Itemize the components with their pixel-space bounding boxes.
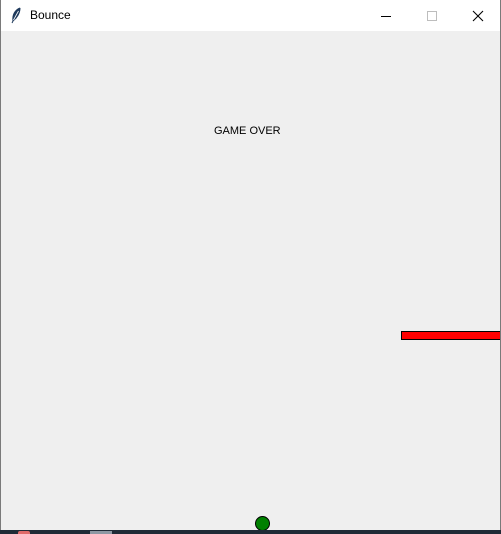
paddle [401,331,500,340]
game-canvas[interactable]: GAME OVER [1,31,500,530]
maximize-icon [427,10,437,21]
minimize-icon [381,15,391,17]
minimize-button[interactable] [363,0,409,31]
close-button[interactable] [455,0,501,31]
game-status-text: GAME OVER [214,125,281,137]
window-title: Bounce [30,8,71,22]
title-bar[interactable]: Bounce [1,0,500,31]
ball [255,516,270,530]
taskbar-strip [0,530,501,534]
app-window: Bounce GAME OVER [0,0,501,534]
maximize-button[interactable] [409,0,455,31]
close-icon [472,10,484,21]
feather-icon [11,7,21,24]
